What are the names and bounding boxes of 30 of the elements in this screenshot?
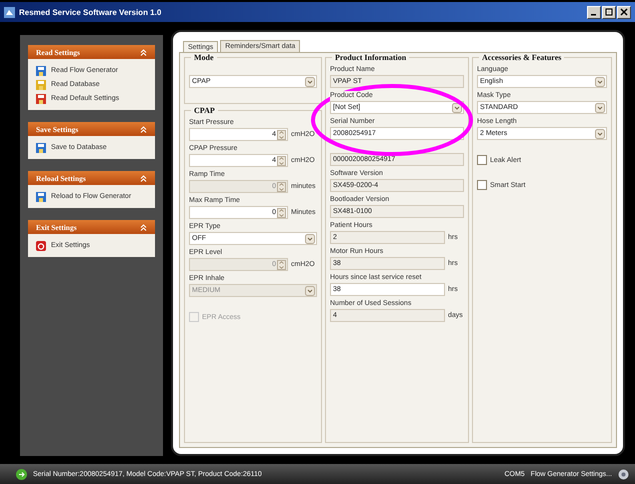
floppy-icon	[36, 66, 46, 76]
floppy-icon	[36, 142, 46, 152]
group-title: CPAP	[191, 106, 218, 115]
connection-icon	[16, 468, 27, 480]
spinner-icon	[277, 182, 286, 192]
collapse-icon	[140, 224, 147, 230]
maximize-button[interactable]	[602, 6, 616, 18]
spinner-icon	[277, 156, 286, 166]
checkbox[interactable]	[477, 155, 487, 165]
spinner-icon	[277, 130, 286, 140]
group-title: Accessories & Features	[479, 53, 564, 62]
app-icon	[4, 6, 15, 18]
maximize-icon	[605, 8, 613, 16]
spinner-icon	[277, 260, 286, 270]
minimize-button[interactable]	[587, 6, 601, 18]
collapse-icon	[140, 174, 147, 182]
collapse-icon	[140, 48, 147, 56]
power-icon	[36, 240, 46, 250]
spinner-icon	[277, 208, 286, 218]
close-icon	[620, 8, 628, 16]
checkbox[interactable]	[477, 180, 487, 190]
close-button[interactable]	[617, 6, 631, 18]
group-title: Mode	[191, 53, 217, 62]
window-title: Resmed Service Software Version 1.0	[19, 8, 162, 16]
collapse-icon	[140, 126, 147, 132]
gear-icon	[618, 468, 629, 480]
floppy-icon	[36, 192, 46, 202]
floppy-icon	[36, 80, 46, 90]
floppy-icon	[36, 94, 46, 104]
group-title: Product Information	[332, 53, 410, 62]
